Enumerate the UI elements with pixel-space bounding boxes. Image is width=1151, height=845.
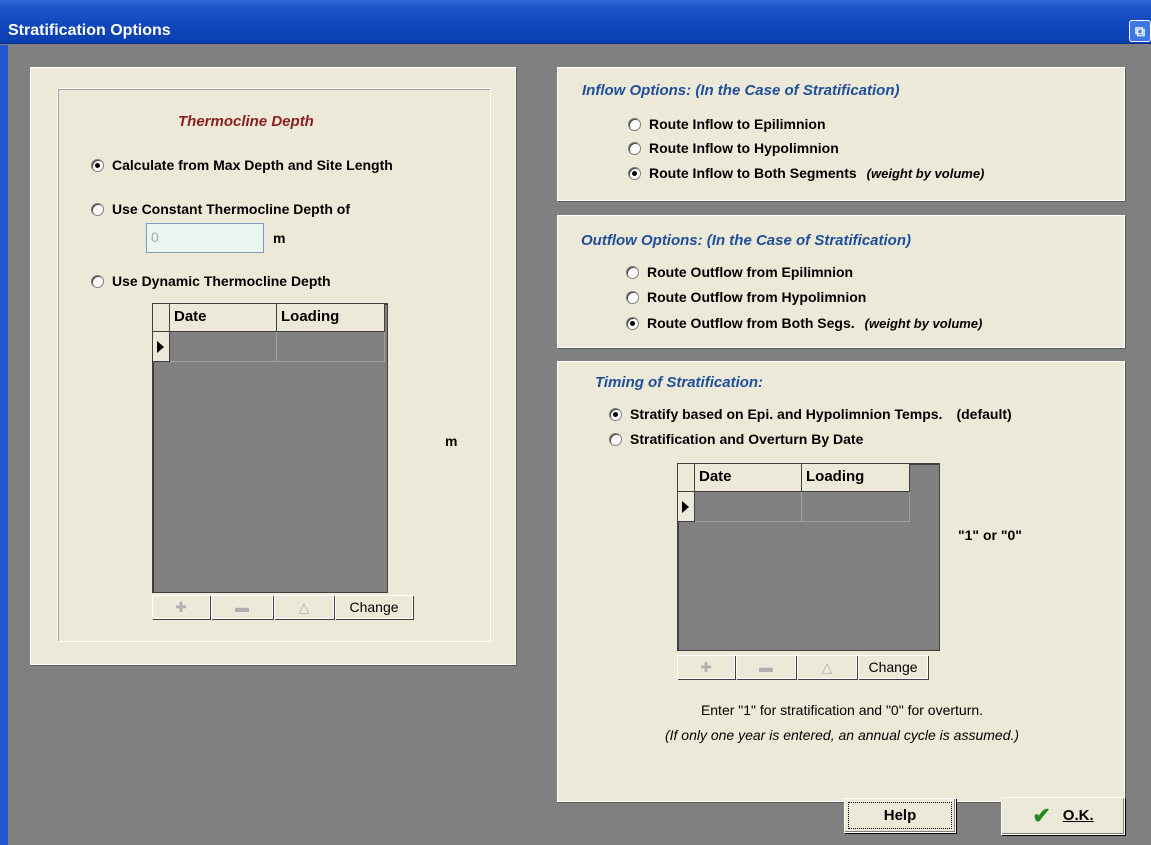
grid-cell-loading[interactable] [277, 332, 385, 362]
constant-depth-input[interactable]: 0 [146, 223, 264, 253]
constant-depth-unit: m [273, 230, 286, 246]
outflow-title: Outflow Options: (In the Case of Stratif… [581, 232, 911, 249]
column-header-loading[interactable]: Loading [802, 464, 910, 492]
radio-button[interactable] [626, 290, 639, 304]
radio-dynamic-depth[interactable]: Use Dynamic Thermocline Depth [91, 273, 331, 289]
radio-note: (default) [956, 406, 1012, 422]
add-record-icon[interactable]: ✚ [677, 655, 735, 679]
radio-label: Use Dynamic Thermocline Depth [112, 273, 331, 289]
radio-label: Stratification and Overturn By Date [630, 431, 864, 447]
radio-inflow-both[interactable]: Route Inflow to Both Segments (weight by… [628, 165, 984, 181]
thermocline-title: Thermocline Depth [178, 113, 314, 130]
grid-cell-loading[interactable] [802, 492, 910, 522]
checkmark-icon: ✔ [1032, 803, 1051, 829]
radio-button[interactable] [609, 407, 622, 421]
change-button[interactable]: Change [858, 655, 928, 679]
row-indicator [153, 332, 170, 362]
inflow-panel: Inflow Options: (In the Case of Stratifi… [557, 67, 1125, 201]
radio-outflow-hypo[interactable]: Route Outflow from Hypolimnion [626, 289, 866, 305]
radio-outflow-epi[interactable]: Route Outflow from Epilimnion [626, 264, 853, 280]
add-record-icon[interactable]: ✚ [152, 595, 210, 619]
window-title: Stratification Options [8, 22, 171, 39]
timing-title: Timing of Stratification: [595, 374, 764, 391]
radio-calc-max-depth[interactable]: Calculate from Max Depth and Site Length [91, 157, 393, 173]
timing-panel: Timing of Stratification: Stratify based… [557, 361, 1125, 802]
grid-cell-date[interactable] [695, 492, 802, 522]
radio-button[interactable] [91, 202, 104, 216]
radio-button[interactable] [628, 117, 641, 131]
post-record-icon[interactable]: △ [274, 595, 334, 619]
thermocline-panel: Thermocline Depth Calculate from Max Dep… [30, 67, 516, 665]
footer-instruction: Enter "1" for stratification and "0" for… [700, 702, 984, 718]
row-pointer-icon [157, 341, 164, 353]
grid-navigator: ✚ ▬ △ Change [152, 595, 414, 619]
radio-button[interactable] [628, 166, 641, 180]
ok-button[interactable]: ✔ O.K. [1001, 797, 1125, 835]
dynamic-depth-grid[interactable]: Date Loading [152, 303, 388, 593]
grid-cell-date[interactable] [170, 332, 277, 362]
delete-record-icon[interactable]: ▬ [736, 655, 796, 679]
inflow-title: Inflow Options: (In the Case of Stratifi… [582, 82, 900, 99]
ok-label: O.K. [1062, 807, 1094, 824]
grid-corner [678, 464, 695, 492]
post-record-icon[interactable]: △ [797, 655, 857, 679]
restore-icon[interactable]: ⧉ [1129, 20, 1151, 42]
radio-button[interactable] [628, 141, 641, 155]
dialog-workspace: Thermocline Depth Calculate from Max Dep… [8, 45, 1151, 845]
stratification-date-grid[interactable]: Date Loading [677, 463, 940, 651]
title-bar: Stratification Options ⧉ [0, 0, 1151, 44]
footer-note: (If only one year is entered, an annual … [664, 727, 1020, 743]
radio-button[interactable] [91, 274, 104, 288]
grid-unit: m [445, 433, 458, 449]
radio-label: Route Inflow to Hypolimnion [649, 140, 839, 156]
radio-note: (weight by volume) [864, 315, 983, 331]
radio-constant-depth[interactable]: Use Constant Thermocline Depth of [91, 201, 350, 217]
radio-inflow-hypo[interactable]: Route Inflow to Hypolimnion [628, 140, 839, 156]
radio-button[interactable] [626, 316, 639, 330]
column-header-date[interactable]: Date [695, 464, 802, 492]
radio-note: (weight by volume) [866, 165, 985, 181]
change-button[interactable]: Change [335, 595, 413, 619]
grid-value-hint: "1" or "0" [958, 527, 1022, 543]
column-header-date[interactable]: Date [170, 304, 277, 332]
column-header-loading[interactable]: Loading [277, 304, 385, 332]
radio-button[interactable] [91, 158, 104, 172]
radio-label: Route Inflow to Epilimnion [649, 116, 826, 132]
window-border [0, 45, 8, 845]
radio-outflow-both[interactable]: Route Outflow from Both Segs. (weight by… [626, 315, 982, 331]
radio-label: Route Outflow from Epilimnion [647, 264, 854, 280]
radio-button[interactable] [626, 265, 639, 279]
radio-label: Route Inflow to Both Segments [649, 165, 857, 181]
grid-navigator: ✚ ▬ △ Change [677, 655, 929, 679]
radio-label: Route Outflow from Both Segs. [647, 315, 855, 331]
row-indicator [678, 492, 695, 522]
radio-stratify-temps[interactable]: Stratify based on Epi. and Hypolimnion T… [609, 406, 1012, 422]
outflow-panel: Outflow Options: (In the Case of Stratif… [557, 215, 1125, 348]
radio-label: Stratify based on Epi. and Hypolimnion T… [630, 406, 943, 422]
radio-label: Calculate from Max Depth and Site Length [112, 157, 393, 173]
radio-inflow-epi[interactable]: Route Inflow to Epilimnion [628, 116, 826, 132]
delete-record-icon[interactable]: ▬ [211, 595, 273, 619]
grid-corner [153, 304, 170, 332]
row-pointer-icon [682, 501, 689, 513]
help-button[interactable]: Help [844, 798, 956, 833]
focus-ring [848, 802, 952, 829]
radio-stratify-date[interactable]: Stratification and Overturn By Date [609, 431, 863, 447]
radio-button[interactable] [609, 432, 622, 446]
radio-label: Use Constant Thermocline Depth of [112, 201, 351, 217]
radio-label: Route Outflow from Hypolimnion [647, 289, 867, 305]
